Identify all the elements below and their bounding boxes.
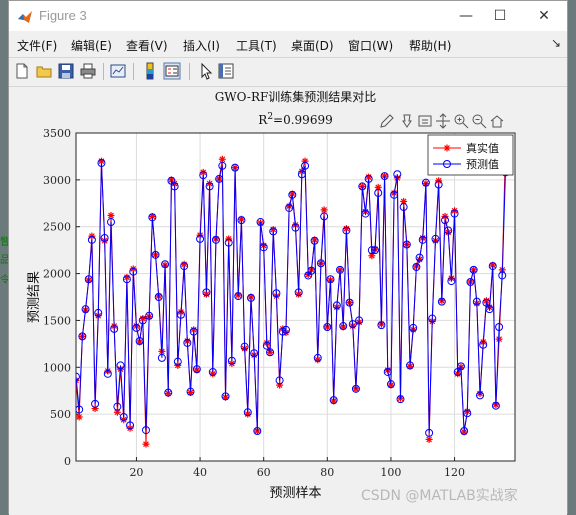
menu-file[interactable]: 文件(F) [17, 37, 57, 54]
x-tick-label: 80 [320, 466, 334, 479]
menu-desktop[interactable]: 桌面(D) [291, 37, 334, 54]
menu-help[interactable]: 帮助(H) [409, 37, 451, 54]
maximize-button[interactable]: ☐ [485, 5, 515, 27]
chart-svg: 0 500 1000 1500 2000 2500 3000 3500 20 40 60 80 100 1… [27, 89, 516, 501]
x-tick-label: 40 [193, 466, 207, 479]
save-icon[interactable] [57, 62, 75, 80]
x-tick-label: 60 [257, 466, 271, 479]
toolbar-separator [189, 63, 190, 80]
print-icon[interactable] [79, 62, 97, 80]
toolbar-separator [133, 63, 134, 80]
legend-label: 真实值 [466, 141, 499, 155]
save-export-icon[interactable] [417, 113, 433, 129]
zoom-out-icon[interactable] [471, 113, 487, 129]
new-figure-icon[interactable] [13, 62, 31, 80]
x-tick-label: 20 [129, 466, 143, 479]
close-button[interactable]: ✕ [529, 5, 559, 27]
y-tick-label: 1500 [43, 314, 71, 327]
title-bar: Figure 3 — ☐ ✕ [9, 1, 567, 31]
y-tick-label: 3500 [43, 127, 71, 140]
y-tick-label: 3000 [43, 174, 71, 187]
menu-overflow-icon[interactable]: ↘ [551, 36, 561, 50]
matlab-logo-icon [18, 11, 32, 23]
y-tick-label: 2000 [43, 268, 71, 281]
figure-toolbar [9, 57, 567, 87]
minimize-button[interactable]: — [451, 5, 481, 27]
watermark: CSDN @MATLAB实战家 [361, 488, 518, 504]
chart-title: GWO-RF训练集预测结果对比 [215, 89, 377, 104]
menu-view[interactable]: 查看(V) [126, 37, 168, 54]
zoom-in-icon[interactable] [453, 113, 469, 129]
insert-legend-icon[interactable] [163, 62, 181, 80]
open-file-icon[interactable] [35, 62, 53, 80]
y-axis-label: 预测结果 [27, 271, 42, 323]
subtitle-value: =0.99699 [273, 113, 333, 127]
menu-tools[interactable]: 工具(T) [236, 37, 277, 54]
x-tick-label: 120 [444, 466, 465, 479]
plot-area [76, 133, 515, 461]
chart-subtitle: R2=0.99699 [258, 112, 332, 127]
y-tick-label: 0 [64, 455, 71, 468]
link-plot-icon[interactable] [109, 62, 127, 80]
figure-window: Figure 3 — ☐ ✕ 文件(F) 编辑(E) 查看(V) 插入(I) 工… [8, 0, 568, 515]
menu-insert[interactable]: 插入(I) [183, 37, 220, 54]
legend-asterisk-marker [443, 144, 451, 152]
pan-icon[interactable] [435, 113, 451, 129]
data-tips-icon[interactable] [399, 113, 415, 129]
true-value-marker [76, 413, 83, 421]
y-tick-label: 500 [50, 408, 71, 421]
menu-window[interactable]: 窗口(W) [348, 37, 393, 54]
x-axis-label: 预测样本 [269, 486, 321, 501]
property-inspector-icon[interactable] [217, 62, 235, 80]
legend-label: 预测值 [466, 158, 499, 171]
x-tick-label: 100 [380, 466, 401, 479]
window-title: Figure 3 [39, 8, 87, 23]
y-tick-label: 2500 [43, 221, 71, 234]
y-tick-label: 1000 [43, 361, 71, 374]
true-value-marker [107, 211, 115, 219]
menu-bar: 文件(F) 编辑(E) 查看(V) 插入(I) 工具(T) 桌面(D) 窗口(W… [9, 33, 567, 55]
home-icon[interactable] [489, 113, 505, 129]
pointer-icon[interactable] [197, 62, 215, 80]
brush-edit-icon[interactable] [379, 113, 395, 129]
insert-colorbar-icon[interactable] [141, 62, 159, 80]
menu-edit[interactable]: 编辑(E) [71, 37, 112, 54]
toolbar-separator [103, 63, 104, 80]
